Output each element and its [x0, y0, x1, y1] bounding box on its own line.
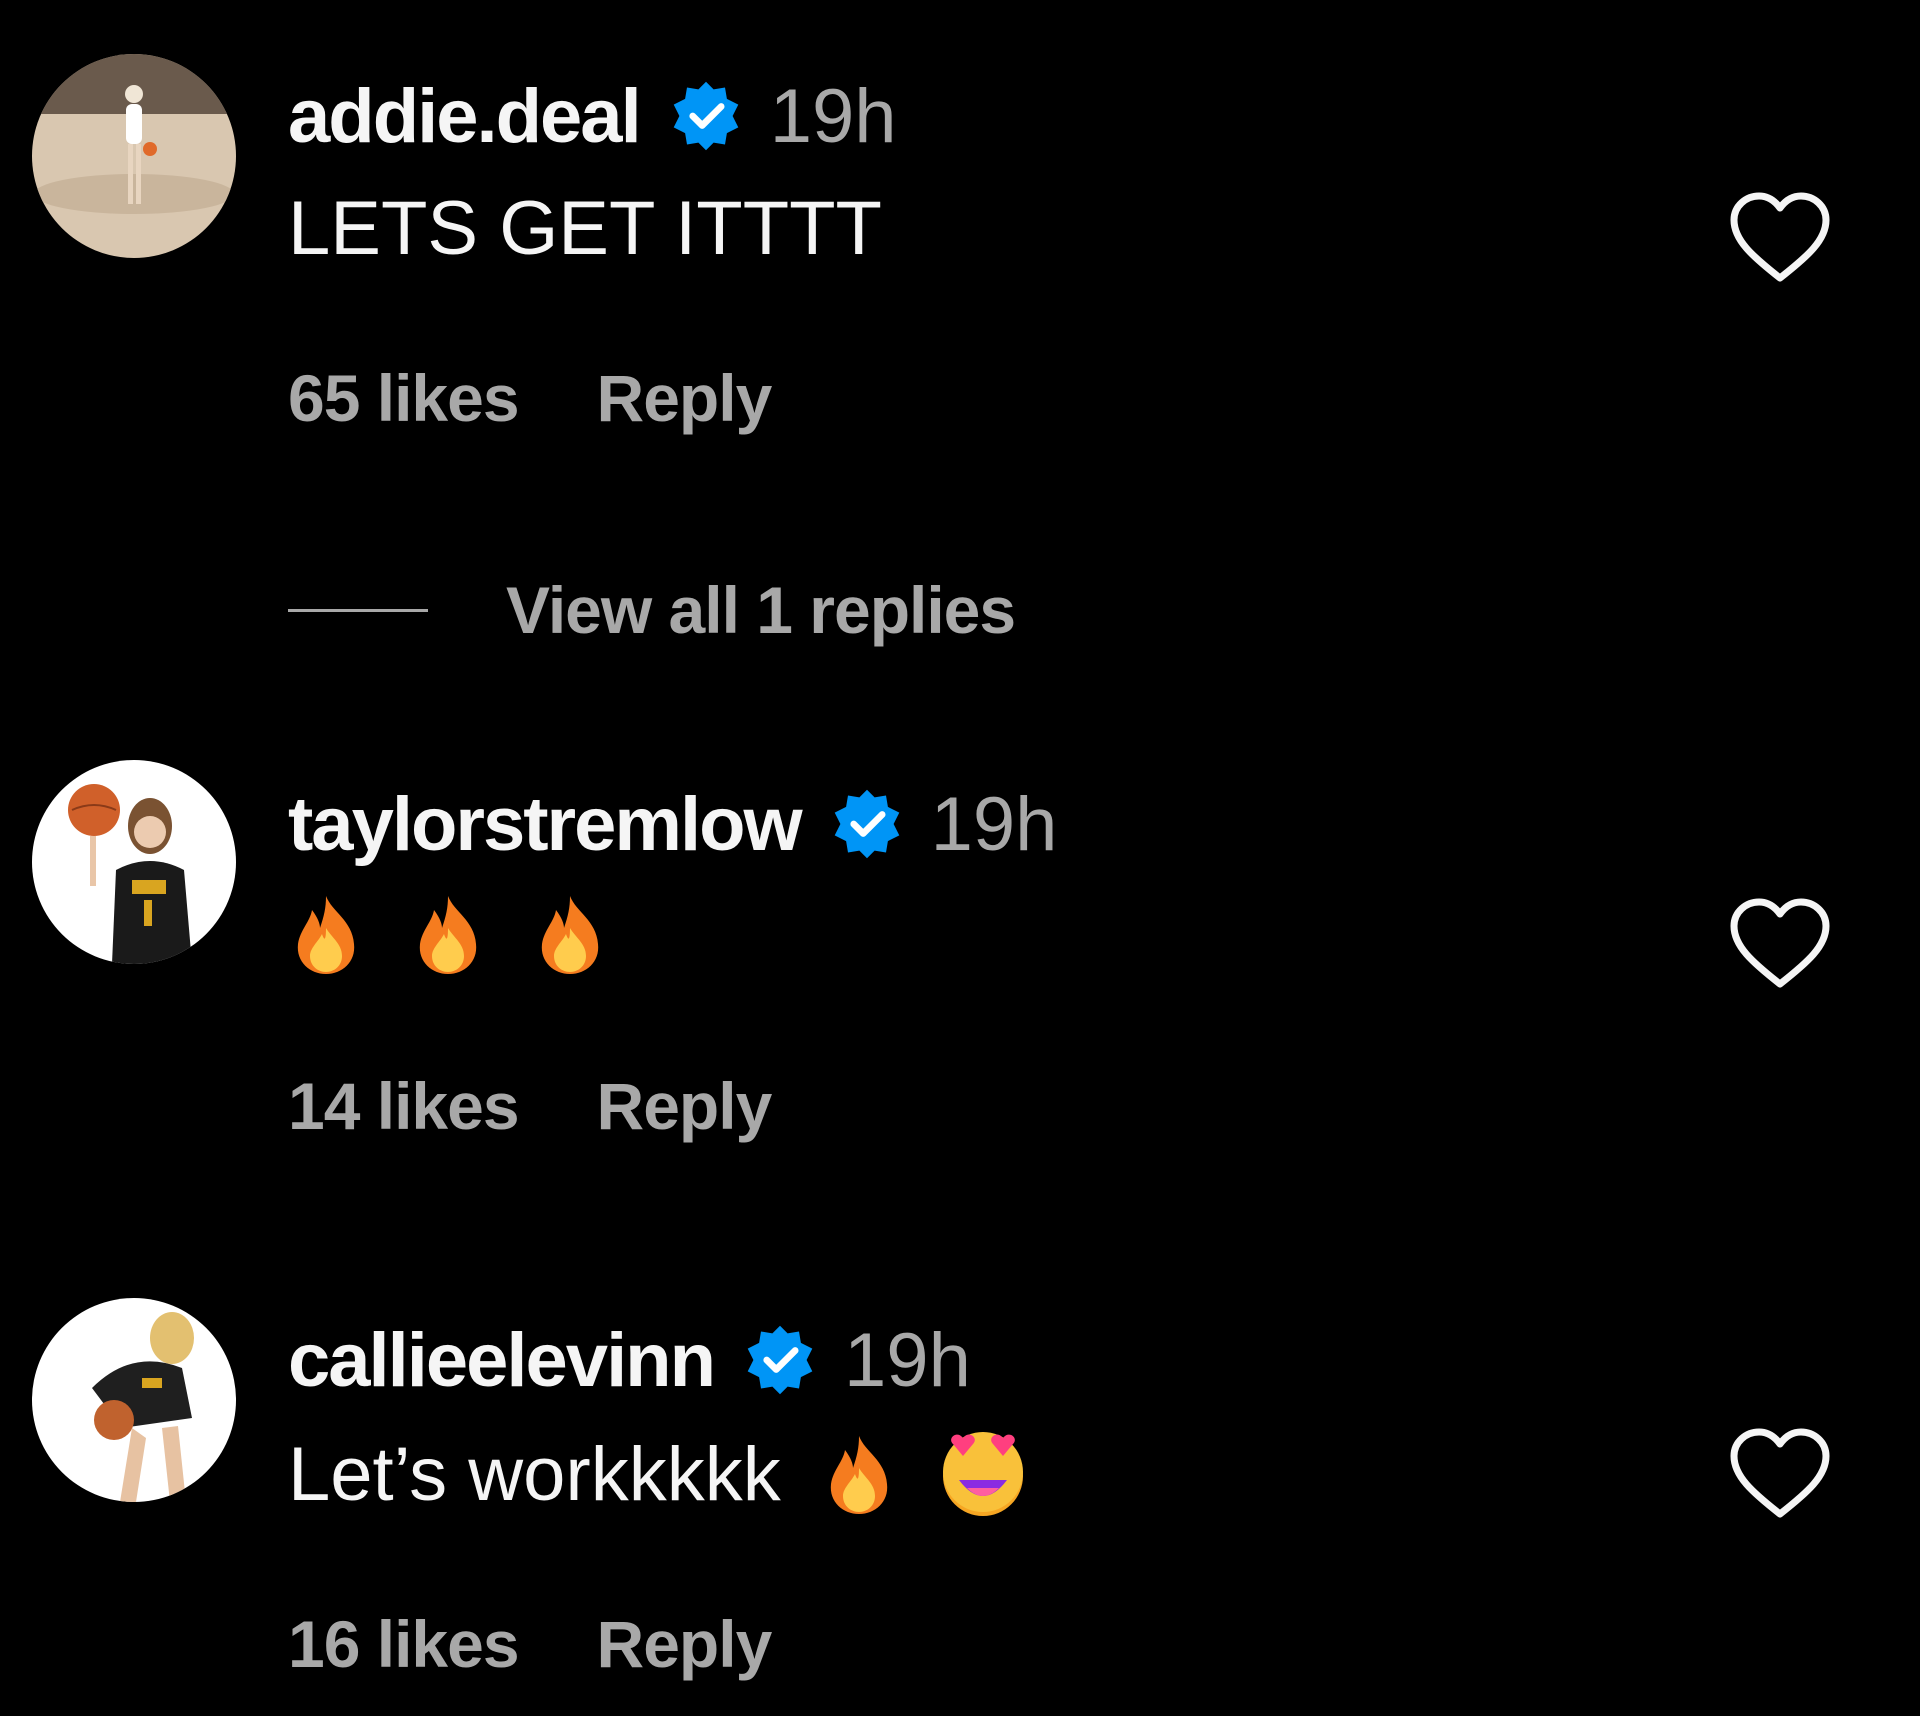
heart-outline-icon[interactable]	[1728, 896, 1832, 992]
reply-button[interactable]: Reply	[597, 1606, 773, 1682]
likes-count[interactable]: 14 likes	[288, 1068, 520, 1144]
fire-emoji	[410, 892, 486, 976]
timestamp: 19h	[844, 1317, 971, 1403]
view-replies-button[interactable]: View all 1 replies	[288, 570, 1016, 650]
username[interactable]: taylorstremlow	[288, 781, 803, 868]
verified-badge-icon	[742, 1322, 818, 1398]
fire-emoji	[532, 892, 608, 976]
fire-emoji	[821, 1432, 897, 1516]
view-replies-label[interactable]: View all 1 replies	[506, 572, 1016, 648]
timestamp: 19h	[769, 73, 897, 159]
avatar[interactable]	[32, 1298, 236, 1502]
avatar[interactable]	[32, 760, 236, 964]
likes-count[interactable]: 65 likes	[288, 360, 520, 436]
heart-outline-icon[interactable]	[1728, 1426, 1832, 1522]
avatar[interactable]	[32, 54, 236, 258]
verified-badge-icon	[668, 78, 744, 154]
comment-text: LETS GET ITTTT	[288, 185, 882, 271]
divider	[288, 608, 428, 612]
comment-text	[288, 884, 654, 984]
fire-emoji	[288, 892, 364, 976]
verified-badge-icon	[829, 786, 905, 862]
reply-button[interactable]: Reply	[597, 1068, 773, 1144]
comment-text: Let’s workkkkk	[288, 1424, 1075, 1524]
heart-eyes-emoji	[937, 1428, 1029, 1520]
username[interactable]: addie.deal	[288, 73, 642, 160]
timestamp: 19h	[930, 781, 1058, 867]
heart-outline-icon[interactable]	[1728, 190, 1832, 286]
reply-button[interactable]: Reply	[597, 360, 773, 436]
username[interactable]: callieelevinn	[288, 1317, 716, 1404]
likes-count[interactable]: 16 likes	[288, 1606, 520, 1682]
